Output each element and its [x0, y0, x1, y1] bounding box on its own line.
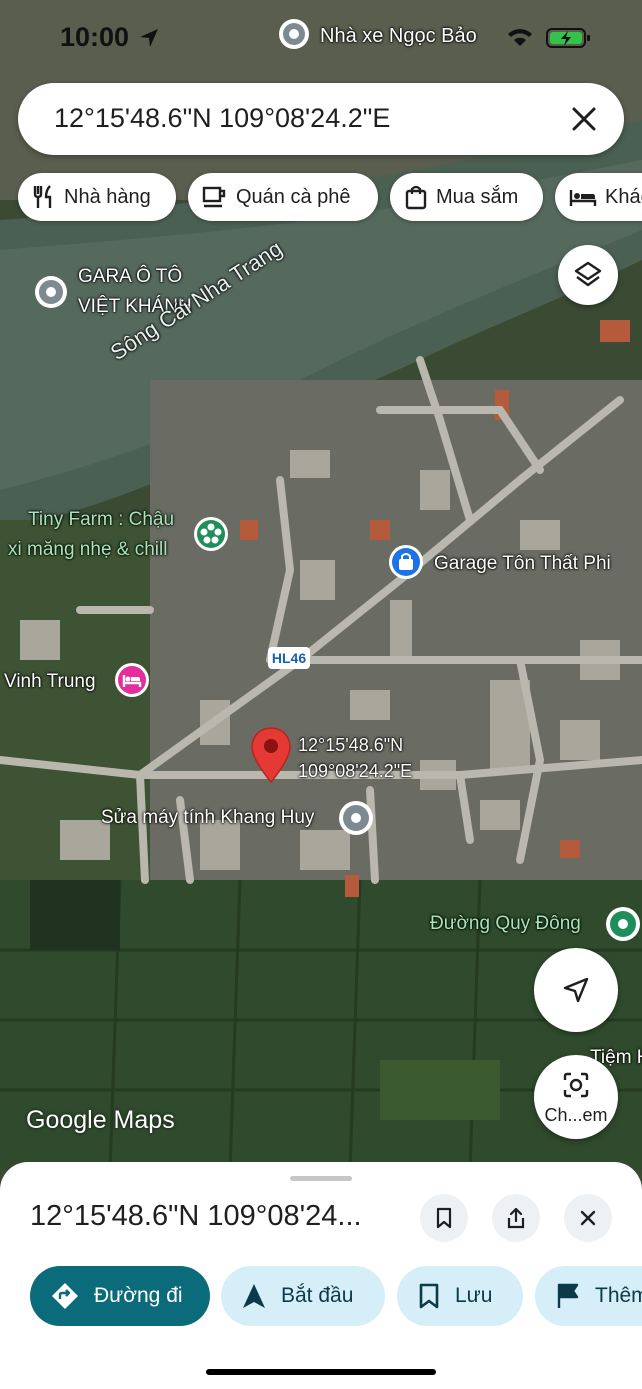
place-title: 12°15'48.6"N 109°08'24... [30, 1200, 362, 1232]
close-icon[interactable] [566, 101, 602, 137]
more-label: Thêm [595, 1284, 642, 1307]
chip-cafes[interactable]: Quán cà phê [188, 173, 378, 221]
restaurant-icon [33, 185, 52, 208]
chip-label: Khác [605, 185, 642, 208]
my-location-button[interactable] [534, 948, 618, 1032]
google-maps-logo: Google Maps [26, 1106, 175, 1134]
shopping-icon [405, 185, 427, 210]
hotel-icon [569, 190, 597, 206]
start-label: Bắt đầu [281, 1284, 354, 1307]
directions-button[interactable]: Đường đi [30, 1266, 210, 1326]
share-icon [507, 1207, 525, 1229]
close-icon [580, 1210, 596, 1226]
battery-icon [546, 28, 590, 48]
more-button[interactable]: Thêm [535, 1266, 642, 1326]
flag-icon [557, 1283, 579, 1308]
pin-label-tiny-farm-line1[interactable]: Tiny Farm : Chậu [28, 509, 174, 531]
layers-icon [574, 261, 602, 287]
chip-label: Nhà hàng [64, 185, 151, 208]
home-indicator [206, 1369, 436, 1375]
navigation-icon [243, 1284, 265, 1308]
cafe-icon [202, 186, 226, 208]
bookmark-icon [419, 1283, 439, 1309]
pin-label-vinh-trung[interactable]: Vinh Trung [4, 671, 96, 693]
search-bar[interactable]: 12°15'48.6"N 109°08'24.2"E [18, 83, 624, 155]
directions-icon [52, 1283, 78, 1309]
layers-button[interactable] [558, 245, 618, 305]
save-button[interactable]: Lưu [397, 1266, 523, 1326]
pin-label-nha-xe[interactable]: Nhà xe Ngọc Bảo [320, 25, 477, 48]
shopping-pin-icon[interactable] [388, 544, 424, 580]
pin-coord-line2: 109°08'24.2"E [298, 761, 413, 781]
chip-label: Quán cà phê [236, 185, 351, 208]
location-arrow-icon [140, 29, 158, 47]
flower-pin-icon[interactable] [193, 516, 229, 552]
place-pin-icon[interactable] [278, 18, 310, 58]
bookmark-icon [436, 1207, 452, 1229]
pin-coord-line1: 12°15'48.6"N [298, 735, 404, 755]
pin-label-duong-quy-dong[interactable]: Đường Quy Đông [430, 913, 581, 935]
chip-restaurants[interactable]: Nhà hàng [18, 173, 176, 221]
pin-label-gara-line1[interactable]: GARA Ô TÔ [78, 266, 182, 288]
road-shield: HL46 [268, 647, 310, 669]
pin-label-garage[interactable]: Garage Tôn Thất Phi [434, 553, 611, 575]
place-pin-icon[interactable] [338, 800, 374, 836]
search-query[interactable]: 12°15'48.6"N 109°08'24.2"E [54, 103, 390, 134]
place-pin-icon[interactable] [33, 274, 69, 314]
start-button[interactable]: Bắt đầu [221, 1266, 385, 1326]
save-label: Lưu [455, 1284, 493, 1307]
chip-hotels[interactable]: Khác [555, 173, 642, 221]
place-sheet[interactable]: 12°15'48.6"N 109°08'24... Đường đi Bắt đ… [0, 1162, 642, 1389]
wifi-icon [508, 29, 532, 46]
camera-search-icon [563, 1072, 589, 1098]
chip-shopping[interactable]: Mua sắm [390, 173, 543, 221]
dropped-pin-icon[interactable] [250, 726, 292, 784]
pin-label-tiny-farm-line2[interactable]: xi măng nhẹ & chill [8, 539, 167, 561]
save-bookmark-button[interactable] [420, 1194, 468, 1242]
chip-label: Mua sắm [436, 185, 519, 208]
hotel-pin-icon[interactable] [114, 662, 150, 698]
share-button[interactable] [492, 1194, 540, 1242]
lens-button[interactable]: Ch...em [534, 1055, 618, 1139]
drag-handle[interactable] [290, 1176, 352, 1181]
directions-label: Đường đi [94, 1284, 183, 1307]
status-time: 10:00 [60, 22, 130, 52]
pin-label-sua-may[interactable]: Sửa máy tính Khang Huy [101, 807, 314, 829]
place-pin-icon[interactable] [605, 906, 641, 942]
close-sheet-button[interactable] [564, 1194, 612, 1242]
navigation-arrow-icon [563, 977, 589, 1003]
lens-label: Ch...em [544, 1105, 608, 1125]
